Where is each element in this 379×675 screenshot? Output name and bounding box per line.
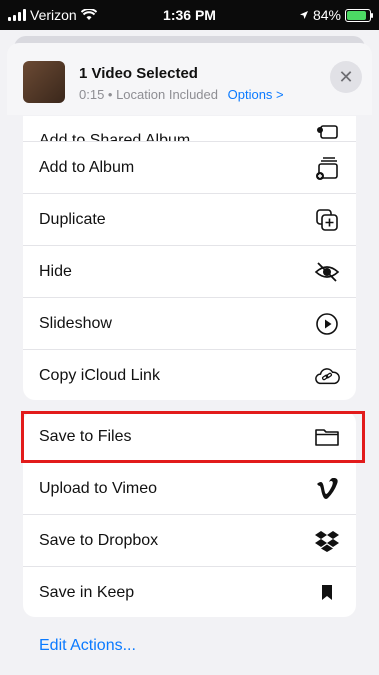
action-label: Save to Dropbox [39, 531, 159, 549]
hide-icon [314, 259, 340, 285]
duplicate-icon [314, 207, 340, 233]
action-label: Duplicate [39, 210, 106, 228]
action-label: Slideshow [39, 314, 112, 332]
action-label: Add to Shared Album [39, 132, 191, 142]
action-copy-icloud-link[interactable]: Copy iCloud Link [23, 350, 356, 400]
meta-text: 0:15 • Location Included [79, 87, 218, 102]
action-add-to-shared-album[interactable]: Add to Shared Album [23, 116, 356, 142]
share-header: 1 Video Selected 0:15 • Location Include… [7, 43, 372, 115]
edit-actions-link[interactable]: Edit Actions... [39, 637, 136, 655]
play-icon [314, 311, 340, 337]
action-save-to-dropbox[interactable]: Save to Dropbox [23, 515, 356, 567]
action-hide[interactable]: Hide [23, 246, 356, 298]
bookmark-icon [314, 580, 340, 606]
shared-album-icon [314, 120, 340, 141]
action-add-to-album[interactable]: Add to Album [23, 142, 356, 194]
action-save-in-keep[interactable]: Save in Keep [23, 567, 356, 617]
actions-group-primary: Add to Shared Album Add to Album Duplica… [23, 116, 356, 400]
action-slideshow[interactable]: Slideshow [23, 298, 356, 350]
album-icon [314, 155, 340, 181]
close-icon: ✕ [338, 66, 354, 87]
options-link[interactable]: Options > [228, 87, 284, 102]
dropbox-icon [314, 528, 340, 554]
battery-percent: 84% [312, 7, 341, 23]
location-arrow-icon [299, 11, 308, 19]
action-label: Hide [39, 262, 72, 280]
selection-meta: 0:15 • Location Included Options > [79, 87, 284, 102]
vimeo-icon [314, 476, 340, 502]
save-to-files-highlight [21, 411, 365, 463]
status-bar: Verizon 1:36 PM 84% [0, 0, 379, 30]
action-label: Save in Keep [39, 583, 135, 601]
action-upload-to-vimeo[interactable]: Upload to Vimeo [23, 463, 356, 515]
video-thumbnail [23, 61, 65, 103]
action-label: Copy iCloud Link [39, 366, 160, 384]
close-button[interactable]: ✕ [330, 61, 362, 93]
cloud-link-icon [314, 363, 340, 389]
status-right: 84% [299, 7, 373, 23]
action-label: Upload to Vimeo [39, 479, 157, 497]
action-duplicate[interactable]: Duplicate [23, 194, 356, 246]
action-label: Add to Album [39, 158, 135, 176]
battery-icon [345, 8, 373, 22]
selection-title: 1 Video Selected [79, 65, 198, 82]
